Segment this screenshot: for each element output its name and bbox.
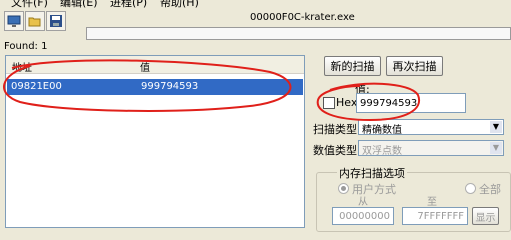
hex-label: Hex xyxy=(336,96,358,109)
from-label: 从 xyxy=(358,197,368,208)
results-list[interactable]: 地址 值 09821E00 999794593 xyxy=(5,55,305,228)
end-address-input[interactable]: 7FFFFFFF xyxy=(402,207,468,225)
table-row[interactable]: 09821E00 999794593 xyxy=(7,79,303,95)
value-type-select[interactable]: 双浮点数 ▼ xyxy=(358,140,504,157)
user-mode-radio[interactable] xyxy=(338,183,349,194)
row-address: 09821E00 xyxy=(11,81,62,92)
computer-icon[interactable] xyxy=(4,11,24,31)
show-button[interactable]: 显示 xyxy=(472,207,499,225)
scan-type-value: 精确数值 xyxy=(362,125,402,136)
menu-bar: 文件(F) 编辑(E) 进程(P) 帮助(H) xyxy=(0,0,511,8)
value-type-label: 数值类型 xyxy=(313,144,357,157)
to-label: 至 xyxy=(427,197,437,208)
all-radio[interactable] xyxy=(465,183,476,194)
column-address[interactable]: 地址 xyxy=(12,59,32,74)
value-input[interactable]: 999794593 xyxy=(356,93,466,113)
chevron-down-icon: ▼ xyxy=(490,121,502,133)
menu-help[interactable]: 帮助(H) xyxy=(160,0,199,8)
open-folder-icon[interactable] xyxy=(25,11,45,31)
scan-progress-bar xyxy=(86,27,511,40)
menu-file[interactable]: 文件(F) xyxy=(11,0,48,8)
next-scan-button[interactable]: 再次扫描 xyxy=(386,56,443,76)
all-label: 全部 xyxy=(479,183,501,196)
value-type-value: 双浮点数 xyxy=(362,146,402,157)
memory-options-title: 内存扫描选项 xyxy=(337,165,407,181)
results-header: 地址 值 xyxy=(6,56,304,74)
scan-type-select[interactable]: 精确数值 ▼ xyxy=(358,119,504,136)
scan-type-label: 扫描类型 xyxy=(313,123,357,136)
row-value: 999794593 xyxy=(141,81,199,92)
start-address-input[interactable]: 00000000 xyxy=(332,207,394,225)
column-value[interactable]: 值 xyxy=(140,59,150,74)
process-title: 00000F0C-krater.exe xyxy=(250,12,355,23)
hex-checkbox[interactable] xyxy=(323,97,335,109)
menu-process[interactable]: 进程(P) xyxy=(110,0,147,8)
new-scan-button[interactable]: 新的扫描 xyxy=(324,56,381,76)
chevron-down-icon: ▼ xyxy=(490,142,502,154)
menu-edit[interactable]: 编辑(E) xyxy=(60,0,98,8)
save-disk-icon[interactable] xyxy=(46,11,66,31)
found-count: Found: 1 xyxy=(4,41,48,52)
